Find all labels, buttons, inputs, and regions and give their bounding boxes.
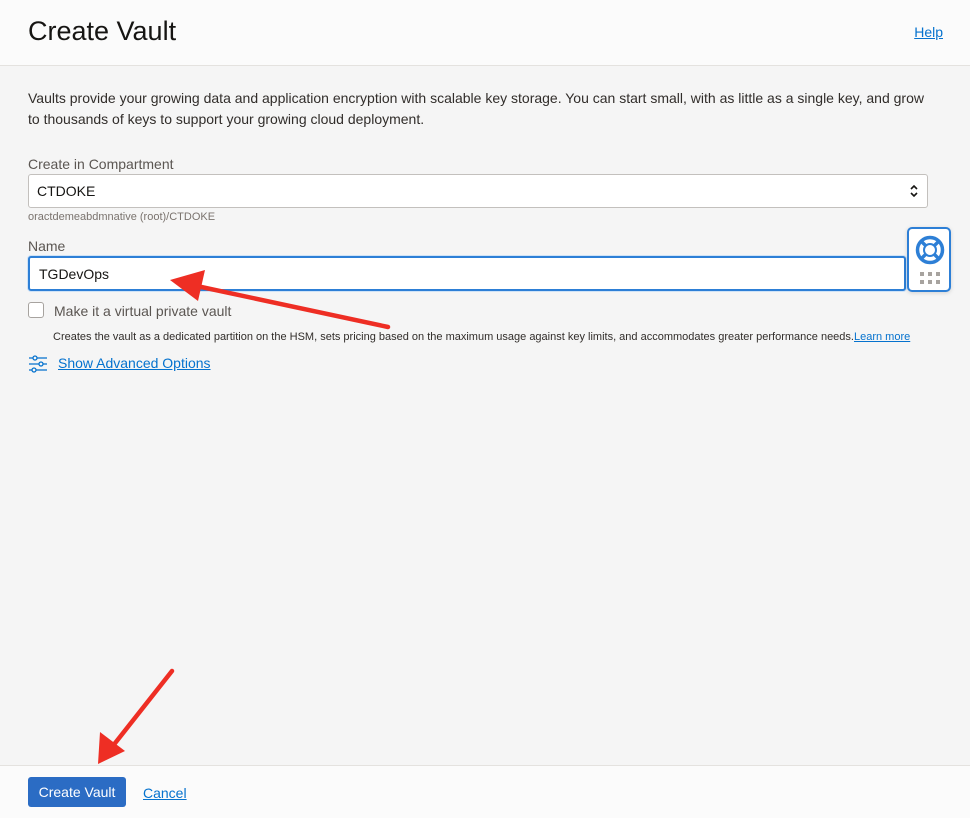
help-link[interactable]: Help	[914, 24, 943, 40]
intro-text: Vaults provide your growing data and app…	[28, 90, 924, 127]
compartment-select[interactable]: CTDOKE	[28, 174, 928, 208]
sliders-icon[interactable]	[28, 354, 48, 374]
name-label: Name	[28, 238, 66, 254]
virtual-private-label: Make it a virtual private vault	[54, 303, 232, 319]
annotation-arrow-create	[98, 668, 175, 764]
compartment-label: Create in Compartment	[28, 156, 174, 172]
chevron-up-down-icon	[910, 184, 918, 198]
name-input[interactable]	[28, 256, 906, 291]
show-advanced-options-link[interactable]: Show Advanced Options	[58, 355, 211, 371]
panel-header: Create Vault Help	[0, 0, 970, 66]
grip-dots-icon	[920, 272, 940, 284]
help-widget[interactable]	[907, 227, 951, 292]
learn-more-link[interactable]: Learn more	[854, 331, 910, 343]
panel-footer: Create Vault Cancel	[0, 765, 970, 818]
virtual-private-description-text: Creates the vault as a dedicated partiti…	[53, 331, 854, 343]
page-title: Create Vault	[28, 16, 177, 46]
compartment-value: CTDOKE	[37, 183, 96, 199]
virtual-private-description: Creates the vault as a dedicated partiti…	[53, 331, 910, 343]
virtual-private-checkbox[interactable]	[28, 302, 44, 318]
compartment-path: oractdemeabdmnative (root)/CTDOKE	[28, 211, 216, 223]
cancel-link[interactable]: Cancel	[143, 785, 187, 801]
lifebuoy-icon	[915, 235, 945, 265]
create-vault-button[interactable]: Create Vault	[28, 777, 126, 807]
